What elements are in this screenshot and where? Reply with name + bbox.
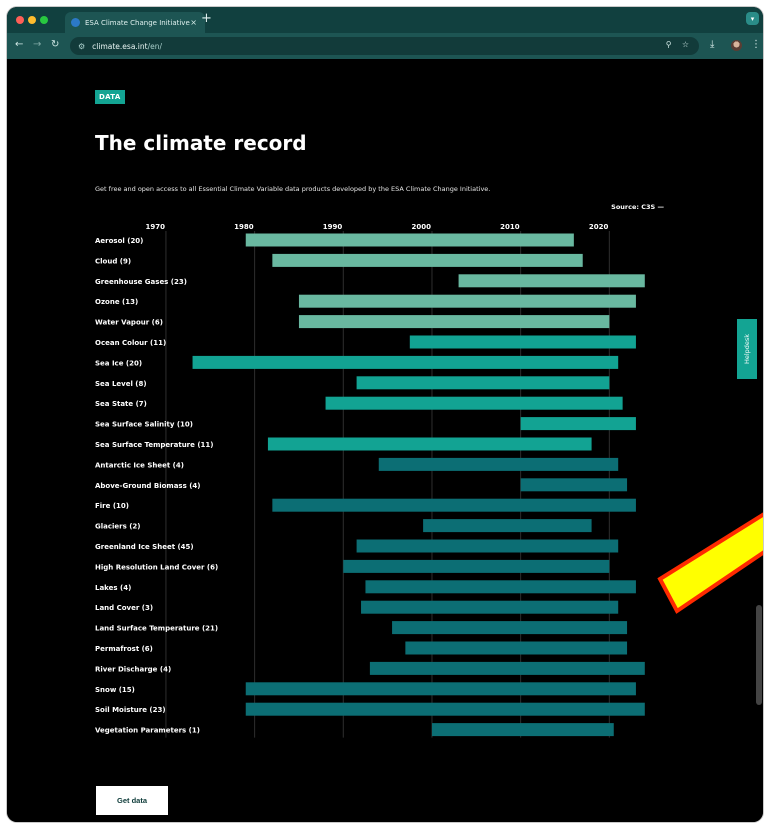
annotation-overlay	[657, 512, 763, 614]
annotation-arrow	[657, 512, 763, 614]
browser-window: ESA Climate Change Initiative × + ▾ ← → …	[7, 7, 763, 822]
